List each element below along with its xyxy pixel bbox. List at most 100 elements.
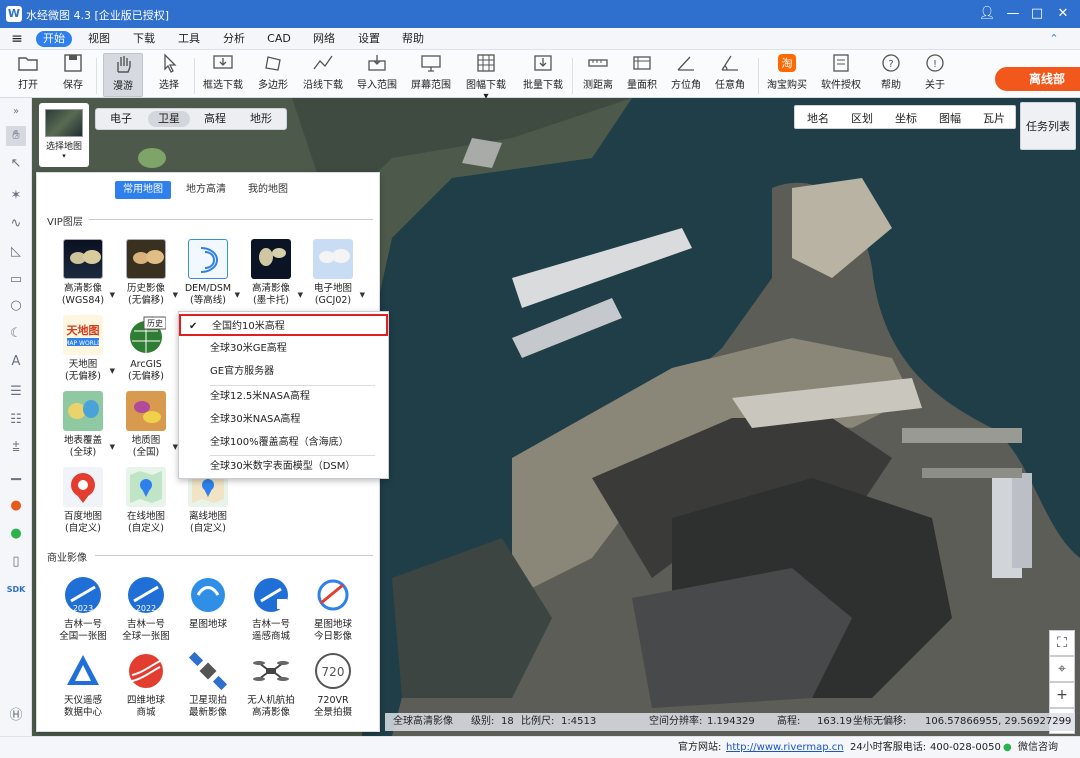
roam-button[interactable]: 漫游 (103, 53, 143, 97)
tab-local-hd[interactable]: 地方高清 (181, 181, 231, 199)
hamburger-icon[interactable]: ≡ (8, 31, 26, 47)
close-button[interactable]: ✕ (1052, 3, 1074, 25)
tab-place-names[interactable]: 地名 (807, 110, 829, 126)
menu-start[interactable]: 开始 (36, 31, 72, 47)
map-item-geology[interactable]: 地质图 (全国) ▼ (118, 391, 178, 459)
line-download-button[interactable]: 沿线下载 (300, 53, 346, 97)
select-button[interactable]: 选择 (152, 53, 186, 97)
map-item-drone[interactable]: 无人机航拍 高清影像 (243, 651, 299, 719)
chevron-down-icon[interactable]: ▼ (298, 289, 303, 301)
sheet-download-button[interactable]: 图幅下载 ▾ (462, 53, 510, 102)
map-item-electronic-gcj02[interactable]: 电子地图 (GCJ02) ▼ (305, 239, 365, 307)
layer-tab-electronic[interactable]: 电子 (106, 111, 136, 127)
measure-distance-button[interactable]: 测距离 (578, 53, 618, 97)
point-marker-icon[interactable]: ✶ (6, 186, 26, 206)
weibo-icon[interactable]: ● (6, 496, 26, 516)
map-item-hd-wgs84[interactable]: 高清影像 (WGS84) ▼ (55, 239, 115, 307)
help-circle-icon[interactable]: Ⓗ (6, 706, 26, 726)
save-button[interactable]: 保存 (56, 53, 90, 97)
map-item-jilin-2022[interactable]: 2022 吉林一号 全球一张图 (118, 575, 174, 643)
any-angle-button[interactable]: 任意角 (710, 53, 750, 97)
menu-item-global-100pct[interactable]: 全球100%覆盖高程（含海底） (179, 432, 388, 454)
menu-cad[interactable]: CAD (265, 31, 293, 47)
minimize-button[interactable]: — (1002, 3, 1024, 25)
layer-tab-satellite[interactable]: 卫星 (148, 111, 190, 127)
chevron-down-icon[interactable]: ▼ (235, 289, 240, 301)
layers-icon[interactable]: ☰ (6, 382, 26, 402)
menu-item-nasa-12-5m[interactable]: 全球12.5米NASA高程 (179, 386, 388, 408)
map-item-land-cover[interactable]: 地表覆盖 (全球) ▼ (55, 391, 115, 459)
offline-deploy-button[interactable]: 离线部 (995, 67, 1080, 91)
sdk-icon[interactable]: SDK (6, 580, 26, 600)
maximize-button[interactable]: □ (1026, 3, 1048, 25)
moon-icon[interactable]: ☾ (6, 324, 26, 344)
map-item-geovis-today[interactable]: 星图地球 今日影像 (305, 575, 361, 643)
map-item-geovis-earth[interactable]: 星图地球 (180, 575, 236, 631)
map-item-arcgis[interactable]: 历史 ArcGIS (无偏移) (118, 315, 174, 383)
hand-icon[interactable]: ✋︎ (6, 126, 26, 146)
map-item-history[interactable]: 历史影像 (无偏移) ▼ (118, 239, 178, 307)
rectangle-icon[interactable]: ▭ (6, 270, 26, 290)
chevron-down-icon[interactable]: ▼ (110, 365, 115, 377)
ruler-icon[interactable]: ▁ (6, 464, 26, 484)
screen-range-button[interactable]: 屏幕范围 (408, 53, 454, 97)
menu-item-global-30m-ge[interactable]: 全球30米GE高程 (179, 338, 388, 360)
collapse-ribbon-icon[interactable]: ⌃ (1046, 31, 1062, 47)
menu-settings[interactable]: 设置 (356, 31, 382, 47)
tab-sheets[interactable]: 图幅 (939, 110, 961, 126)
batch-download-button[interactable]: 批量下载 (520, 53, 566, 97)
frame-download-button[interactable]: 框选下载 (200, 53, 246, 97)
tab-common-maps[interactable]: 常用地图 (115, 181, 171, 199)
line-icon[interactable]: ∿ (6, 214, 26, 234)
select-map-thumbnail[interactable]: 选择地图 ▾ (39, 103, 89, 167)
chevron-down-icon[interactable]: ▼ (360, 289, 365, 301)
map-item-siwei[interactable]: 四维地球 商城 (118, 651, 174, 719)
azimuth-button[interactable]: 方位角 (666, 53, 706, 97)
phone-icon[interactable]: ▯ (6, 552, 26, 572)
expand-icon[interactable]: » (6, 102, 26, 122)
open-button[interactable]: 打开 (10, 53, 46, 97)
polygon-button[interactable]: 多边形 (254, 53, 292, 97)
map-item-tianyi[interactable]: 天仪遥感 数据中心 (55, 651, 111, 719)
pointer-icon[interactable]: ↖ (6, 154, 26, 174)
task-list-button[interactable]: 任务列表 (1020, 102, 1076, 150)
tab-tiles[interactable]: 瓦片 (983, 110, 1005, 126)
menu-analysis[interactable]: 分析 (221, 31, 247, 47)
chevron-down-icon[interactable]: ▼ (173, 289, 178, 301)
chevron-down-icon[interactable]: ▼ (110, 441, 115, 453)
menu-item-china-10m[interactable]: ✔ 全国约10米高程 (179, 314, 388, 336)
website-link[interactable]: http://www.rivermap.cn (726, 737, 844, 758)
layer-tab-terrain[interactable]: 地形 (246, 111, 276, 127)
circle-icon[interactable]: ○ (6, 296, 26, 316)
zoom-in-button[interactable]: + (1049, 682, 1075, 708)
wechat-icon[interactable]: ● (6, 524, 26, 544)
map-item-hd-mercator[interactable]: 高清影像 (墨卡托) ▼ (243, 239, 303, 307)
menu-item-nasa-30m[interactable]: 全球30米NASA高程 (179, 409, 388, 431)
fullscreen-icon[interactable]: ⛶ (1049, 630, 1075, 656)
text-icon[interactable]: A (6, 352, 26, 372)
locate-icon[interactable]: ⌖ (1049, 656, 1075, 682)
tab-my-maps[interactable]: 我的地图 (243, 181, 293, 199)
about-button[interactable]: ! 关于 (918, 53, 952, 97)
chevron-down-icon[interactable]: ▼ (110, 289, 115, 301)
menu-item-ge-official[interactable]: GE官方服务器 (179, 361, 388, 383)
menu-tools[interactable]: 工具 (176, 31, 202, 47)
area-icon[interactable]: ◺ (6, 242, 26, 262)
menu-help[interactable]: 帮助 (400, 31, 426, 47)
wechat-consult-link[interactable]: 微信咨询 (1018, 737, 1058, 758)
map-item-720vr[interactable]: 720 720VR 全景拍摄 (305, 651, 361, 719)
map-item-satellite-shoot[interactable]: 卫星现拍 最新影像 (180, 651, 236, 719)
map-item-online[interactable]: 在线地图 (自定义) (118, 467, 174, 535)
map-item-dem-dsm[interactable]: DEM/DSM (等高线) ▼ (180, 239, 240, 307)
map-item-baidu[interactable]: 百度地图 (自定义) (55, 467, 111, 535)
user-icon[interactable]: 👤︎ (976, 3, 998, 25)
map-item-jilin-2023[interactable]: 2023 吉林一号 全国一张图 (55, 575, 111, 643)
tab-coordinates[interactable]: 坐标 (895, 110, 917, 126)
menu-item-dsm-30m[interactable]: 全球30米数字表面模型（DSM） (179, 456, 388, 478)
license-button[interactable]: 软件授权 (818, 53, 864, 97)
stack-icon[interactable]: ☷ (6, 410, 26, 430)
terrain-icon[interactable]: ⩲ (6, 438, 26, 458)
tab-divisions[interactable]: 区划 (851, 110, 873, 126)
layer-tab-elevation[interactable]: 高程 (200, 111, 230, 127)
import-range-button[interactable]: 导入范围 (354, 53, 400, 97)
